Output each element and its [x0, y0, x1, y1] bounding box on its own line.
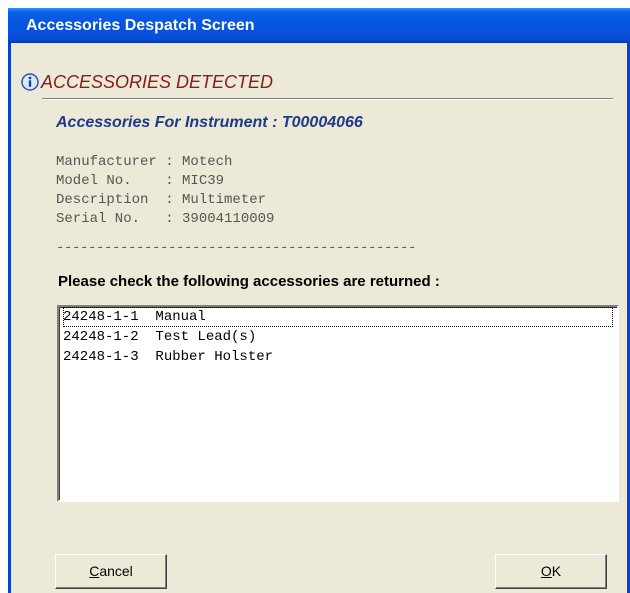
- cancel-button[interactable]: Cancel: [55, 554, 167, 589]
- list-item[interactable]: 24248-1-3 Rubber Holster: [63, 347, 613, 367]
- description-line: Description : Multimeter: [56, 192, 267, 208]
- heading-divider: [42, 98, 613, 100]
- manufacturer-line: Manufacturer : Motech: [56, 154, 233, 170]
- cancel-label: ancel: [99, 563, 133, 579]
- ok-label: K: [551, 563, 562, 579]
- ok-button[interactable]: OK: [495, 554, 607, 589]
- ok-accelerator: O: [540, 563, 552, 579]
- window-title: Accessories Despatch Screen: [26, 17, 255, 34]
- cancel-accelerator: C: [89, 563, 100, 579]
- model-line: Model No. : MIC39: [56, 173, 225, 189]
- title-bar[interactable]: Accessories Despatch Screen: [8, 8, 630, 43]
- accessories-listbox[interactable]: 24248-1-1 Manual 24248-1-2 Test Lead(s) …: [57, 305, 619, 502]
- check-prompt: Please check the following accessories a…: [58, 273, 440, 290]
- dialog-body: ACCESSORIES DETECTED Accessories For Ins…: [11, 43, 627, 593]
- instrument-heading: Accessories For Instrument : T00004066: [56, 114, 363, 131]
- list-item[interactable]: 24248-1-1 Manual: [63, 307, 613, 327]
- serial-line: Serial No. : 39004110009: [56, 211, 275, 227]
- info-icon: [21, 73, 39, 91]
- dialog-window: Accessories Despatch Screen ACCESSORIES …: [8, 8, 630, 593]
- list-item[interactable]: 24248-1-2 Test Lead(s): [63, 327, 613, 347]
- dashed-divider: ----------------------------------------…: [56, 240, 417, 256]
- detected-heading: ACCESSORIES DETECTED: [41, 72, 274, 92]
